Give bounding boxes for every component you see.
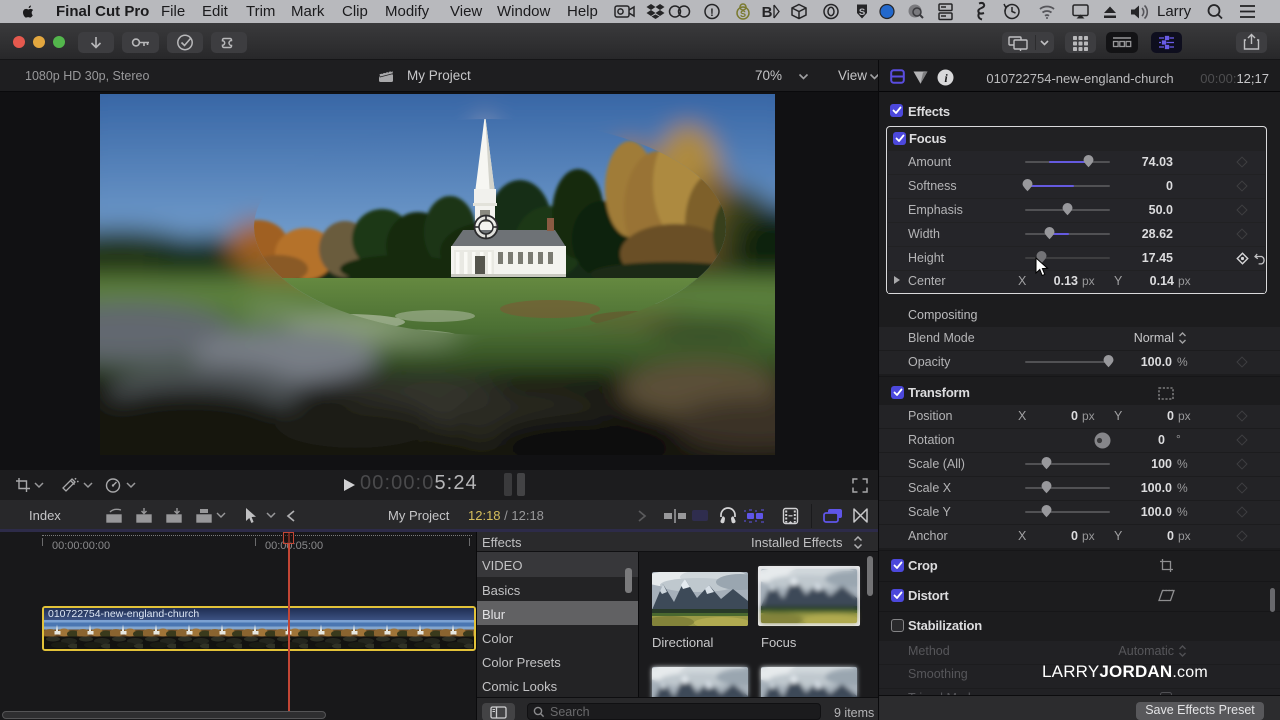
svg-text:B: B xyxy=(762,4,773,21)
svg-text:S: S xyxy=(859,7,865,18)
svg-text:S: S xyxy=(740,9,746,19)
svg-text:!: ! xyxy=(710,7,714,19)
